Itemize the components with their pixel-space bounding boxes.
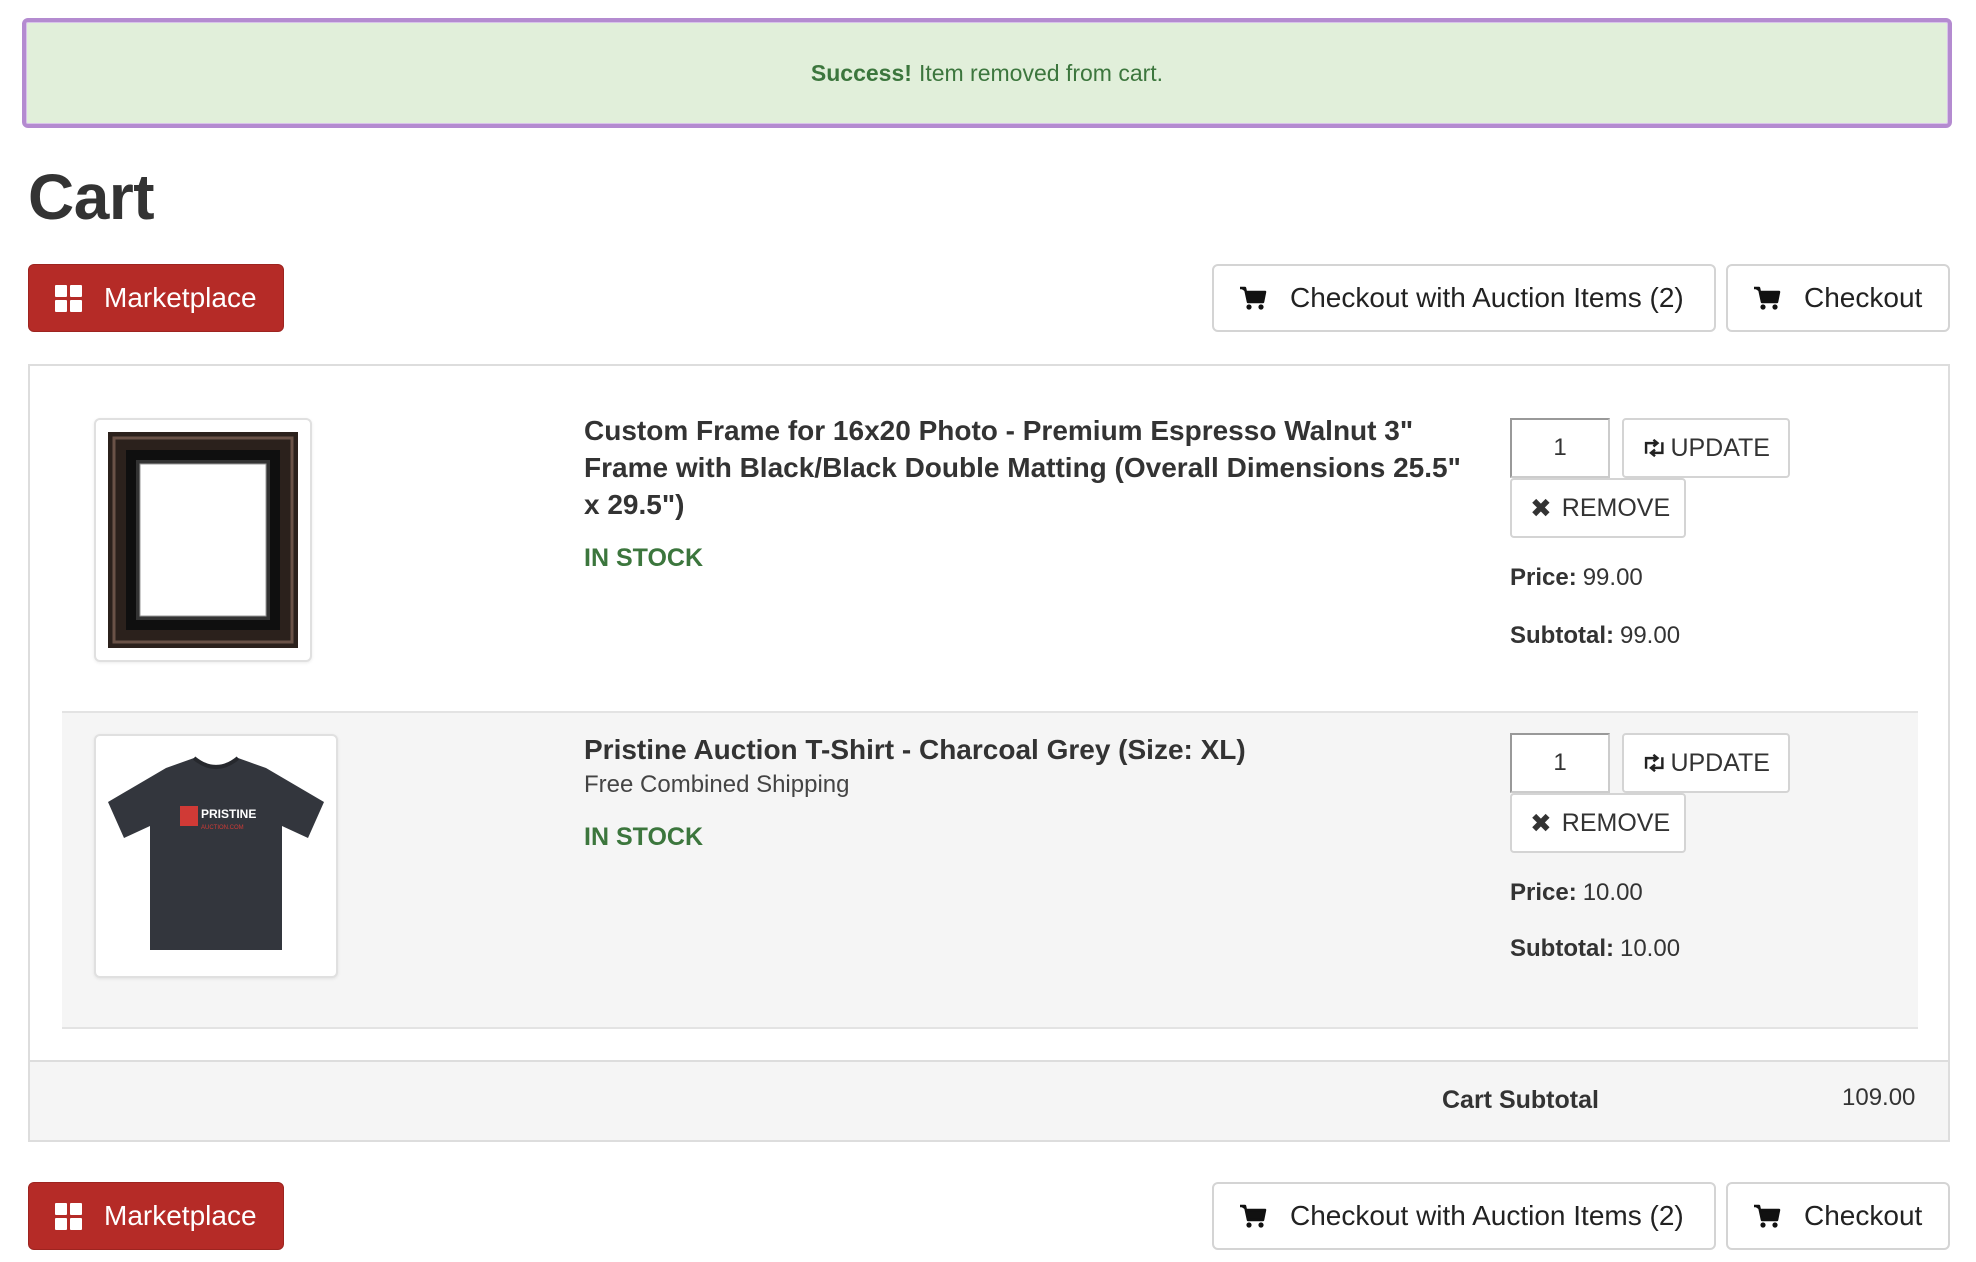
subtotal-value: 99.00 bbox=[1619, 622, 1681, 649]
subtotal-label: Subtotal: bbox=[1510, 935, 1614, 962]
marketplace-label: Marketplace bbox=[104, 282, 257, 313]
item-thumbnail[interactable]: PRISTINE AUCTION.COM bbox=[94, 734, 338, 978]
checkout-auction-button[interactable]: Checkout with Auction Items (2) bbox=[1212, 1182, 1716, 1250]
grid-icon bbox=[55, 284, 82, 312]
checkout-label: Checkout bbox=[1804, 1200, 1923, 1231]
stock-status: IN STOCK bbox=[584, 823, 703, 851]
item-thumbnail[interactable] bbox=[94, 418, 312, 662]
checkout-auction-label: Checkout with Auction Items (2) bbox=[1290, 1200, 1684, 1231]
subtotal-value: 10.00 bbox=[1619, 935, 1681, 962]
close-icon: ✖ bbox=[1530, 492, 1552, 523]
cart-panel: Custom Frame for 16x20 Photo - Premium E… bbox=[28, 364, 1950, 1142]
marketplace-label: Marketplace bbox=[104, 1200, 257, 1231]
quantity-input[interactable] bbox=[1510, 418, 1610, 478]
update-label: UPDATE bbox=[1670, 433, 1770, 462]
cart-item-row: PRISTINE AUCTION.COM Pristine Auction T-… bbox=[62, 711, 1918, 1029]
success-alert: Success! Item removed from cart. bbox=[22, 18, 1952, 128]
item-title[interactable]: Pristine Auction T-Shirt - Charcoal Grey… bbox=[584, 731, 1464, 768]
frame-image bbox=[108, 432, 298, 648]
price-value: 10.00 bbox=[1582, 879, 1643, 906]
checkout-button[interactable]: Checkout bbox=[1726, 1182, 1950, 1250]
cart-icon bbox=[1240, 1204, 1267, 1228]
subtotal-label: Subtotal: bbox=[1510, 622, 1614, 649]
shirt-brand-sub: AUCTION.COM bbox=[201, 825, 244, 831]
cart-subtotal-value: 109.00 bbox=[1842, 1084, 1916, 1111]
quantity-input[interactable] bbox=[1510, 733, 1610, 793]
grid-icon bbox=[55, 1202, 82, 1230]
alert-message: Item removed from cart. bbox=[918, 59, 1164, 86]
checkout-auction-button[interactable]: Checkout with Auction Items (2) bbox=[1212, 264, 1716, 332]
cart-icon bbox=[1754, 1204, 1781, 1228]
subtotal-line: Subtotal: 99.00 bbox=[1510, 622, 1680, 650]
subtotal-line: Subtotal: 10.00 bbox=[1510, 935, 1680, 963]
price-label: Price: bbox=[1510, 879, 1577, 906]
item-title[interactable]: Custom Frame for 16x20 Photo - Premium E… bbox=[584, 412, 1464, 523]
update-button[interactable]: UPDATE bbox=[1622, 733, 1790, 793]
checkout-auction-label: Checkout with Auction Items (2) bbox=[1290, 282, 1684, 313]
tshirt-image: PRISTINE AUCTION.COM bbox=[108, 756, 324, 950]
page-title: Cart bbox=[28, 161, 155, 233]
retweet-icon bbox=[1644, 438, 1664, 458]
retweet-icon bbox=[1644, 753, 1664, 773]
cart-subtotal-label: Cart Subtotal bbox=[1442, 1086, 1599, 1114]
update-label: UPDATE bbox=[1670, 748, 1770, 777]
cart-icon bbox=[1754, 286, 1781, 310]
item-shipping-note: Free Combined Shipping bbox=[584, 771, 850, 798]
remove-label: REMOVE bbox=[1561, 808, 1671, 837]
remove-button[interactable]: ✖ REMOVE bbox=[1510, 478, 1686, 538]
stock-status: IN STOCK bbox=[584, 544, 703, 572]
price-label: Price: bbox=[1510, 564, 1577, 591]
cart-icon bbox=[1240, 286, 1267, 310]
price-line: Price: 10.00 bbox=[1510, 879, 1643, 907]
price-value: 99.00 bbox=[1582, 564, 1643, 591]
marketplace-button[interactable]: Marketplace bbox=[28, 1182, 284, 1250]
checkout-button[interactable]: Checkout bbox=[1726, 264, 1950, 332]
price-line: Price: 99.00 bbox=[1510, 564, 1643, 592]
cart-footer: Cart Subtotal 109.00 bbox=[30, 1060, 1948, 1140]
remove-button[interactable]: ✖ REMOVE bbox=[1510, 793, 1686, 853]
marketplace-button[interactable]: Marketplace bbox=[28, 264, 284, 332]
update-button[interactable]: UPDATE bbox=[1622, 418, 1790, 478]
checkout-label: Checkout bbox=[1804, 282, 1923, 313]
remove-label: REMOVE bbox=[1561, 493, 1671, 522]
alert-strong: Success! bbox=[810, 59, 912, 86]
close-icon: ✖ bbox=[1530, 807, 1552, 838]
cart-item-row: Custom Frame for 16x20 Photo - Premium E… bbox=[62, 366, 1918, 711]
shirt-brand: PRISTINE bbox=[201, 807, 256, 821]
